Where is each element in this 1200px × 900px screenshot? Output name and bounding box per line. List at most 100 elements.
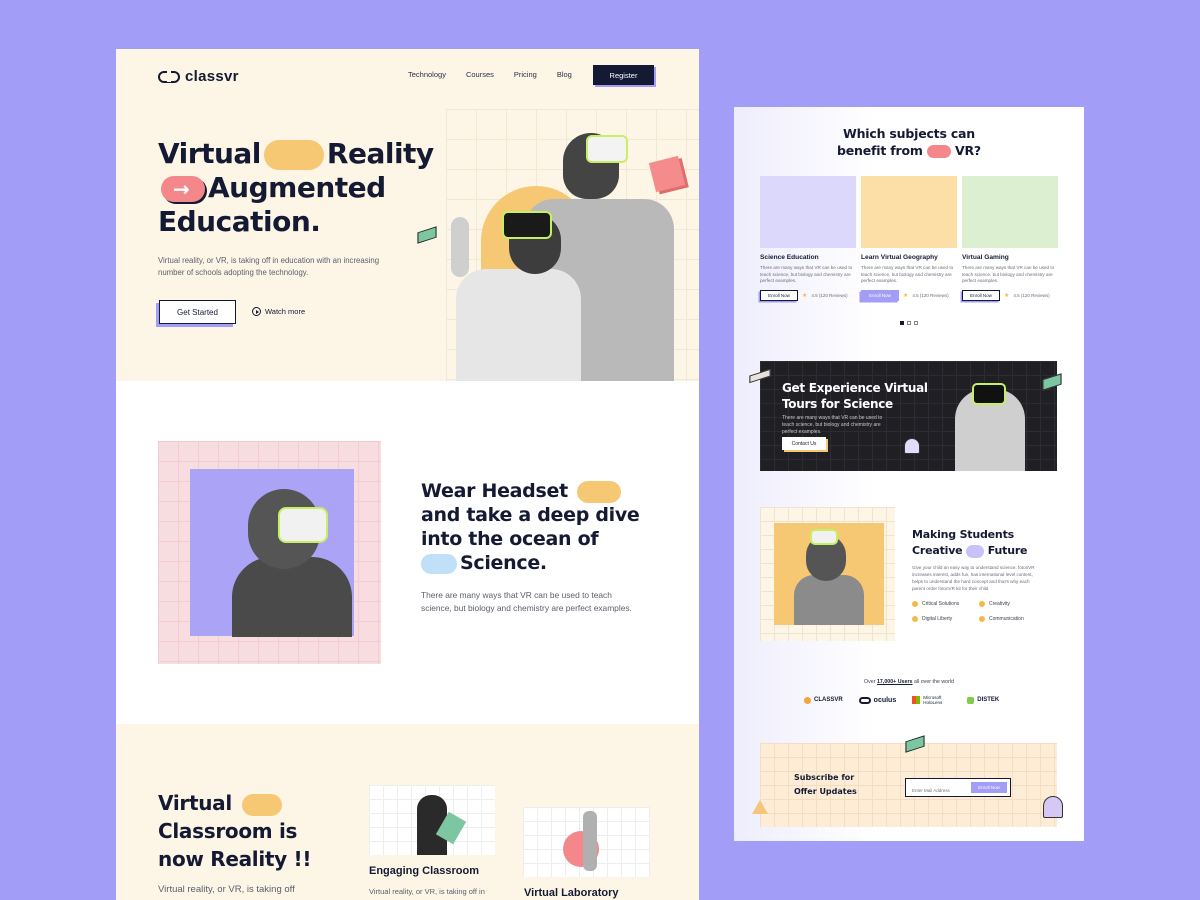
feature-label: Communication (989, 616, 1024, 622)
person-body (232, 557, 352, 637)
email-field[interactable] (906, 782, 966, 799)
subject-card-desc: There are many ways that VR can be used … (861, 265, 954, 283)
watch-more-label: Watch more (265, 307, 306, 316)
nav-item-blog[interactable]: Blog (557, 70, 572, 79)
subscribe-enroll-button[interactable]: Enroll Now (971, 782, 1007, 793)
star-icon: ★ (802, 292, 808, 299)
vr-person-pill-image (926, 145, 951, 158)
hero-title: Virtual Reality Augmented Education. (158, 137, 434, 239)
virtual-lab-title[interactable]: Virtual Laboratory (524, 887, 619, 899)
subjects-title: Which subjects can benefit from VR? (734, 125, 1084, 159)
shape-decor (1043, 796, 1063, 818)
subjects-title-line: benefit from (837, 143, 923, 158)
headset-person-image (190, 469, 354, 637)
engaging-classroom-title[interactable]: Engaging Classroom (369, 865, 479, 877)
vr-person-pill-image (577, 480, 622, 503)
nav-item-pricing[interactable]: Pricing (514, 70, 537, 79)
hero-title-word: Virtual (158, 137, 261, 170)
carousel-dot[interactable] (900, 321, 904, 325)
making-description: Give your child an easy way to understan… (912, 565, 1035, 591)
users-count[interactable]: 17,000+ Users (877, 679, 913, 685)
making-students-title: Making Students Creative Future (912, 527, 1028, 559)
subject-card[interactable]: Science Education There are many ways th… (760, 176, 856, 301)
nav-item-courses[interactable]: Courses (466, 70, 494, 79)
feature-item: Digital Liberty (912, 616, 952, 622)
classroom-title-line: Virtual (158, 791, 232, 815)
logo[interactable]: classvr (158, 68, 239, 85)
headset-section-title: Wear Headset and take a deep dive into t… (421, 479, 640, 575)
top-nav: Technology Courses Pricing Blog (408, 70, 572, 79)
tours-title-line: Get Experience Virtual (782, 381, 928, 395)
play-icon (252, 307, 261, 316)
vr-headset-icon (502, 211, 552, 239)
science-education-image (760, 176, 856, 248)
subject-card[interactable]: Virtual Gaming There are many ways that … (962, 176, 1058, 301)
classroom-title: Virtual Classroom is now Reality !! (158, 789, 312, 873)
classroom-title-line: Classroom is (158, 819, 298, 843)
vr-person-pill-image (966, 544, 985, 558)
vr-headset-icon (278, 507, 328, 543)
users-post: all over the world (913, 679, 954, 685)
hero-title-word: Augmented (208, 171, 386, 204)
headset-title-line: and take a deep dive (421, 504, 640, 526)
subjects-page: Which subjects can benefit from VR? Scie… (734, 107, 1084, 841)
oculus-logo-icon (858, 696, 871, 704)
brand-label: DISTEK (977, 697, 1000, 703)
brand-classvr: CLASSVR (804, 696, 843, 704)
feature-item: Creativity (979, 601, 1010, 607)
feature-label: Critical Solutions (922, 601, 960, 607)
hero-person-image (451, 217, 469, 277)
get-started-button[interactable]: Get Started (159, 300, 236, 324)
microscope-icon (583, 811, 597, 871)
person-body (794, 575, 864, 625)
headset-description: There are many ways that VR can be used … (421, 590, 632, 613)
brand-label: oculus (873, 696, 897, 704)
student-person-image (774, 523, 884, 625)
carousel-pagination (900, 321, 918, 325)
enroll-now-button[interactable]: Enroll Now (962, 289, 1000, 301)
classroom-description: Virtual reality, or VR, is taking off (158, 884, 295, 895)
arrow-right-icon (161, 176, 205, 202)
making-title-line: Future (987, 544, 1028, 557)
rating-text: 4.5 (120 Reviews) (912, 292, 949, 298)
gaming-image (962, 176, 1058, 248)
feature-label: Digital Liberty (922, 616, 953, 622)
vr-person-pill-image (241, 793, 282, 816)
watch-more-link[interactable]: Watch more (252, 307, 305, 316)
star-icon: ★ (903, 292, 909, 299)
making-title-line: Making Students (912, 528, 1014, 541)
vr-person-pill-image (263, 140, 324, 170)
subject-card-desc: There are many ways that VR can be used … (760, 265, 853, 283)
geography-image (861, 176, 957, 248)
virtual-tours-banner: Get Experience Virtual Tours for Science… (760, 361, 1057, 471)
register-button[interactable]: Register (593, 65, 654, 85)
subject-card-desc: There are many ways that VR can be used … (962, 265, 1055, 283)
engaging-classroom-image (369, 785, 495, 855)
vr-person-pill-image (421, 553, 457, 574)
hero-title-word: Education. (158, 205, 321, 238)
subscribe-form: Enroll Now (905, 778, 1011, 799)
brand-microsoft: Microsoft HoloLens (912, 695, 951, 705)
rating-text: 4.5 (120 Reviews) (1013, 292, 1050, 298)
microsoft-logo-icon (912, 696, 921, 704)
contact-us-button[interactable]: Contact Us (782, 437, 826, 450)
headset-title-line: Science. (460, 552, 547, 574)
carousel-dot[interactable] (914, 321, 918, 325)
nav-item-technology[interactable]: Technology (408, 70, 446, 79)
enroll-now-button[interactable]: Enroll Now (861, 289, 899, 301)
tours-title-line: Tours for Science (782, 397, 893, 411)
brand-logos: CLASSVR oculus Microsoft HoloLens DISTEK (804, 695, 999, 705)
carousel-dot[interactable] (907, 321, 911, 325)
logo-icon (158, 70, 180, 83)
logo-text: classvr (185, 68, 239, 85)
headset-title-line: Wear Headset (421, 480, 568, 502)
hero-description: Virtual reality, or VR, is taking off in… (158, 256, 380, 277)
shape-decor (752, 800, 768, 814)
enroll-now-button[interactable]: Enroll Now (760, 289, 798, 301)
star-icon: ★ (1004, 292, 1010, 299)
making-title-line: Creative (912, 544, 963, 557)
check-icon (912, 601, 918, 607)
virtual-lab-image (523, 807, 650, 877)
subject-card[interactable]: Learn Virtual Geography There are many w… (861, 176, 957, 301)
hero-section: classvr Technology Courses Pricing Blog … (116, 49, 699, 381)
